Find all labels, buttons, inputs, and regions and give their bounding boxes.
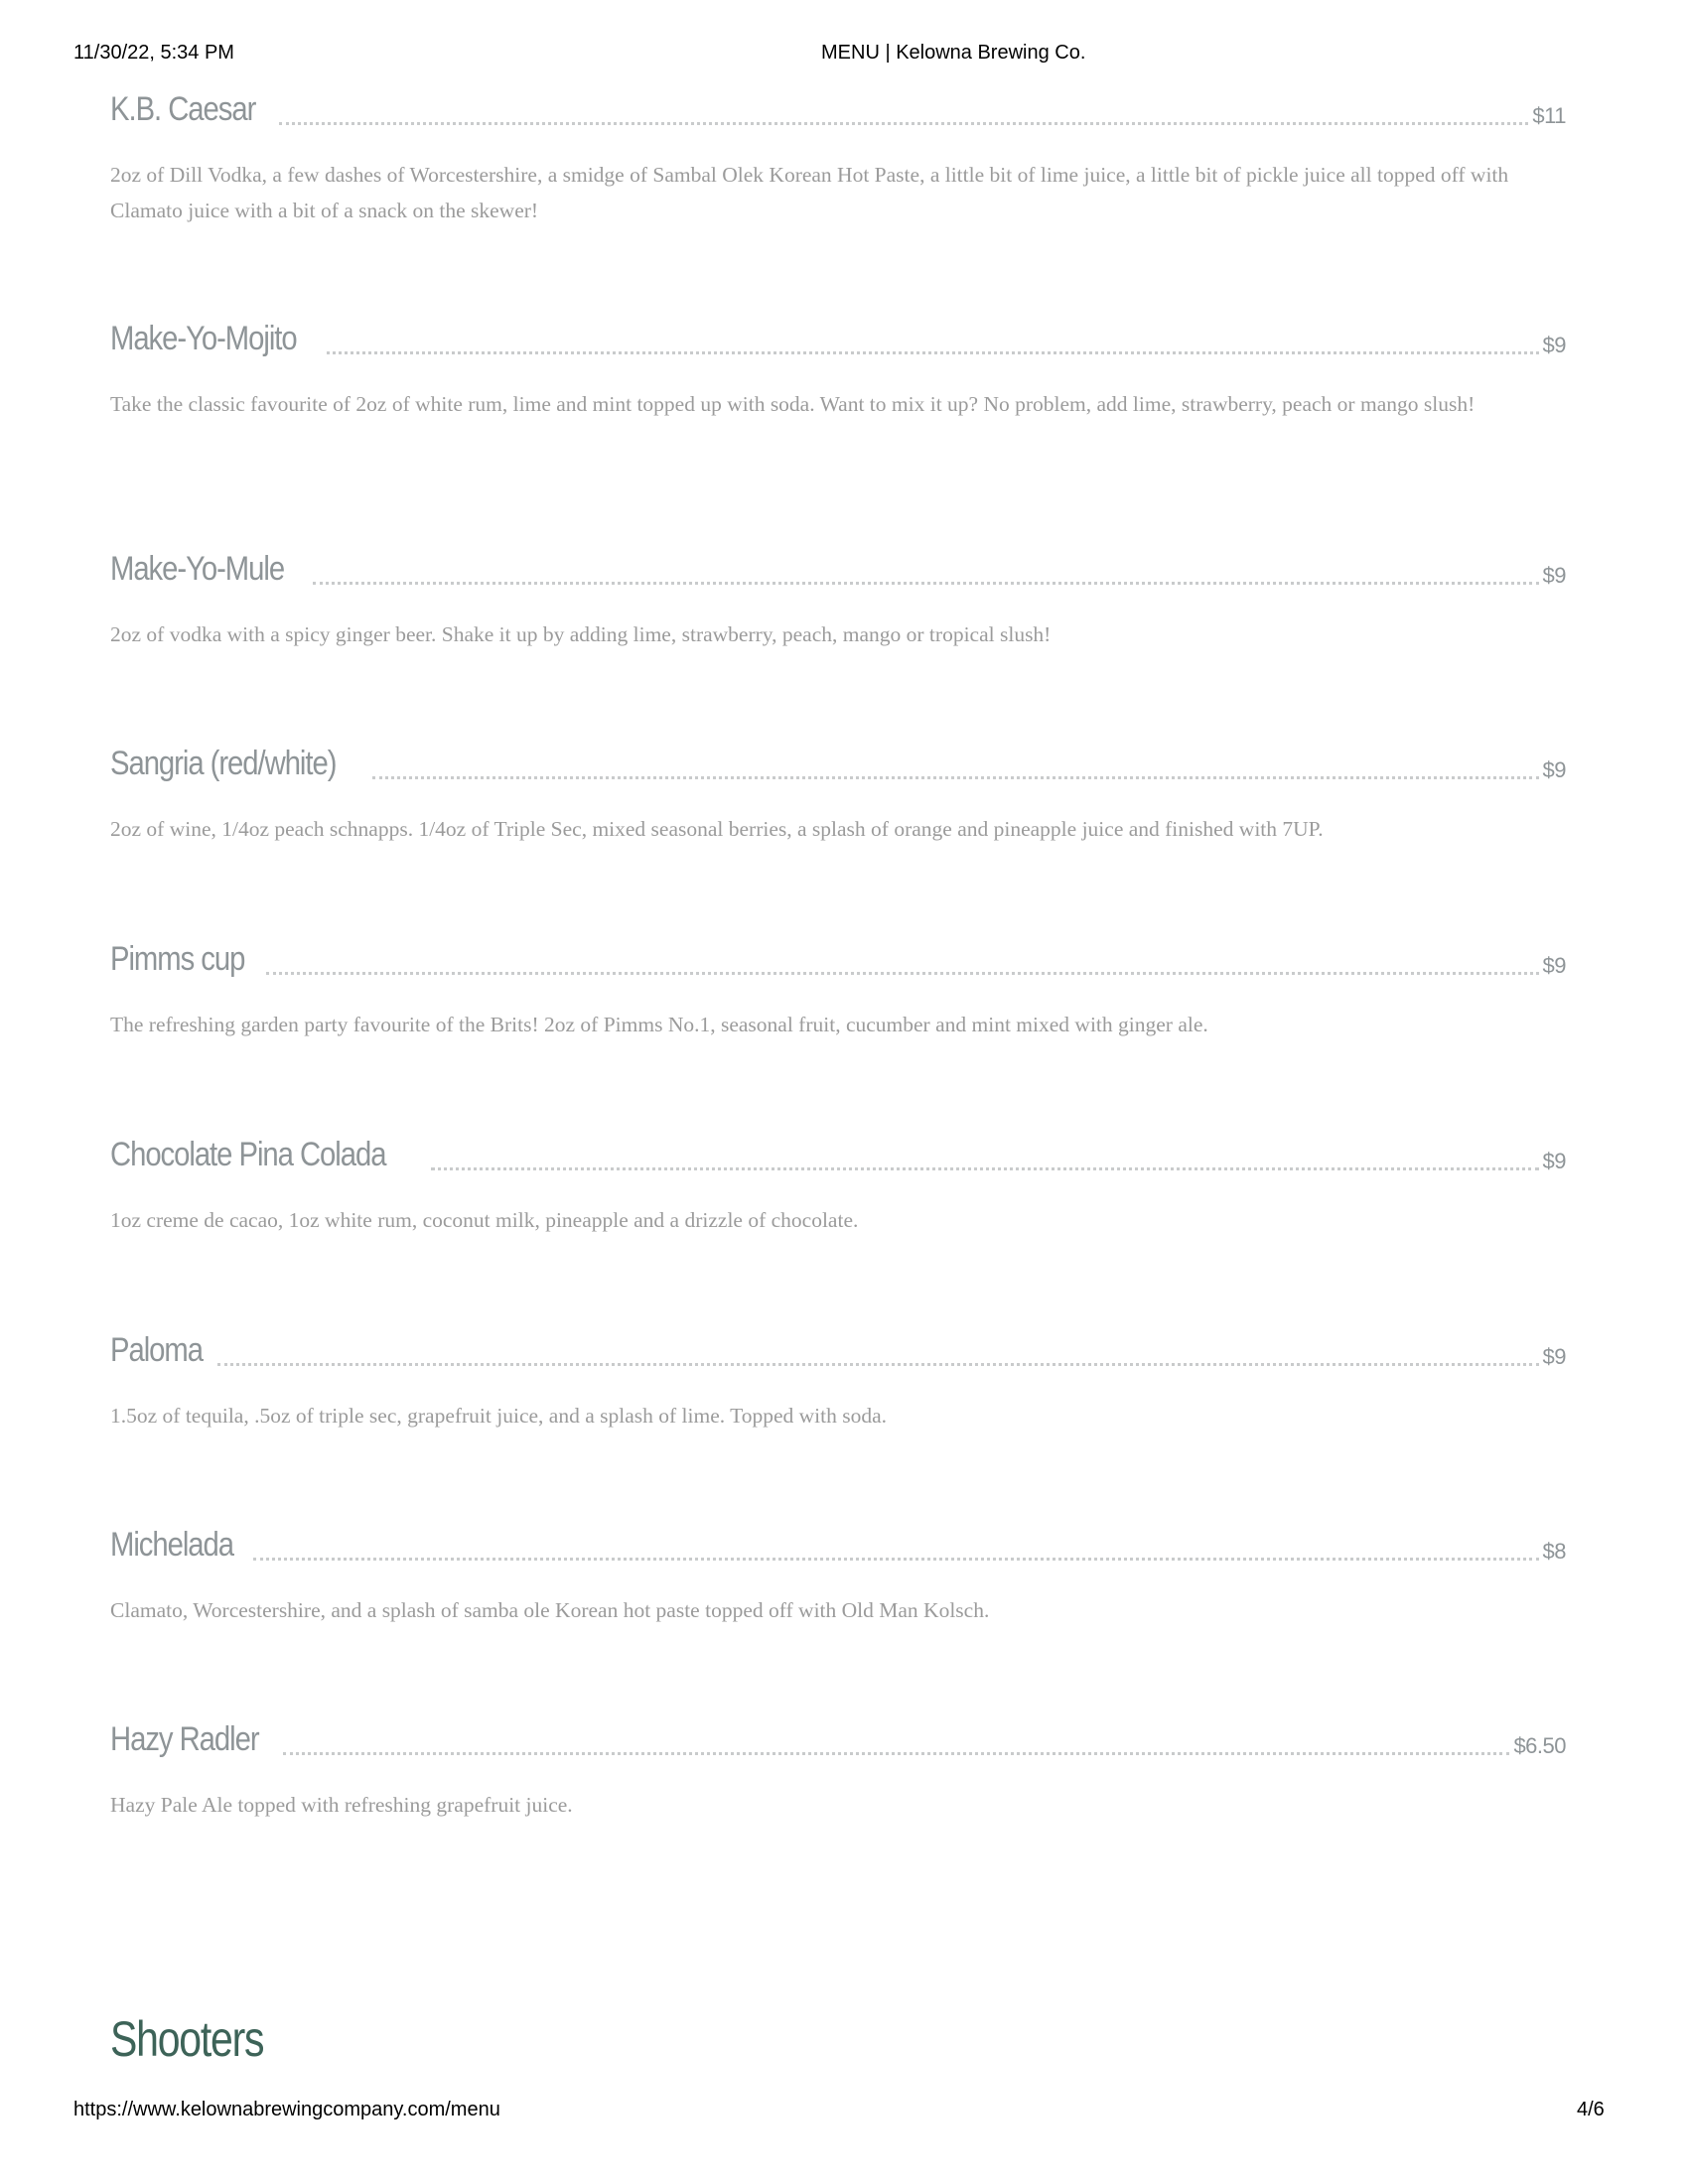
section-heading-shooters: Shooters [110, 2011, 264, 2067]
dot-leader [327, 351, 1539, 354]
menu-item-description: 1.5oz of tequila, .5oz of triple sec, gr… [110, 1404, 888, 1428]
menu-item-name: Pimms cup [110, 940, 245, 978]
print-page-number: 4/6 [1577, 2099, 1605, 2120]
dot-leader [217, 1363, 1539, 1366]
menu-item-price: $9 [1542, 563, 1567, 588]
print-url: https://www.kelownabrewingcompany.com/me… [73, 2099, 500, 2120]
menu-item: K.B. Caesar $11 2oz of Dill Vodka, a few… [110, 87, 1566, 228]
menu-item: Chocolate Pina Colada $9 1oz creme de ca… [110, 1133, 1567, 1238]
menu-item-description: Take the classic favourite of 2oz of whi… [110, 392, 1476, 416]
menu-item-header: Hazy Radler $6.50 [110, 1717, 1566, 1761]
dot-leader [372, 776, 1539, 779]
dot-leader [253, 1558, 1539, 1561]
print-datetime: 11/30/22, 5:34 PM [73, 42, 234, 64]
menu-item-name: Paloma [110, 1331, 204, 1369]
menu-item-header: K.B. Caesar $11 [110, 87, 1566, 131]
menu-item-price: $9 [1542, 333, 1567, 357]
menu-item-name: Chocolate Pina Colada [110, 1136, 386, 1173]
menu-item: Make-Yo-Mule $9 2oz of vodka with a spic… [110, 547, 1567, 652]
print-page-title: MENU | Kelowna Brewing Co. [821, 42, 1086, 64]
menu-item-price: $9 [1542, 757, 1567, 782]
menu-item-price: $9 [1542, 1344, 1567, 1369]
menu-item-header: Paloma $9 [110, 1328, 1567, 1372]
menu-item: Michelada $8 Clamato, Worcestershire, an… [110, 1523, 1567, 1628]
menu-item-header: Pimms cup $9 [110, 937, 1567, 981]
menu-item-header: Michelada $8 [110, 1523, 1567, 1567]
menu-item: Paloma $9 1.5oz of tequila, .5oz of trip… [110, 1328, 1567, 1433]
dot-leader [430, 1167, 1539, 1170]
menu-item-price: $11 [1532, 103, 1566, 128]
menu-item-price: $9 [1542, 1149, 1567, 1173]
menu-item-price: $9 [1542, 953, 1567, 978]
menu-item-name: Hazy Radler [110, 1720, 260, 1758]
menu-item-description: Hazy Pale Ale topped with refreshing gra… [110, 1793, 573, 1817]
menu-item-description: 2oz of Dill Vodka, a few dashes of Worce… [110, 163, 1509, 222]
dot-leader [266, 972, 1539, 975]
menu-item-name: Make-Yo-Mule [110, 550, 285, 588]
menu-item-header: Make-Yo-Mojito $9 [110, 317, 1567, 360]
menu-item-name: K.B. Caesar [110, 90, 256, 128]
menu-item: Sangria (red/white) $9 2oz of wine, 1/4o… [110, 742, 1567, 847]
menu-item-price: $8 [1542, 1539, 1567, 1564]
menu-item-name: Sangria (red/white) [110, 745, 337, 782]
menu-item-description: 2oz of vodka with a spicy ginger beer. S… [110, 622, 1052, 646]
menu-item-header: Make-Yo-Mule $9 [110, 547, 1567, 591]
menu-item-header: Chocolate Pina Colada $9 [110, 1133, 1567, 1176]
menu-item-price: $6.50 [1513, 1733, 1566, 1758]
menu-item-description: 1oz creme de cacao, 1oz white rum, cocon… [110, 1208, 859, 1232]
menu-item: Pimms cup $9 The refreshing garden party… [110, 937, 1567, 1042]
menu-item-name: Make-Yo-Mojito [110, 320, 298, 357]
menu-item-description: 2oz of wine, 1/4oz peach schnapps. 1/4oz… [110, 817, 1324, 841]
dot-leader [312, 582, 1539, 585]
menu-item: Hazy Radler $6.50 Hazy Pale Ale topped w… [110, 1717, 1566, 1823]
menu-item-header: Sangria (red/white) $9 [110, 742, 1567, 785]
dot-leader [279, 122, 1529, 125]
dot-leader [282, 1752, 1510, 1755]
menu-item: Make-Yo-Mojito $9 Take the classic favou… [110, 317, 1567, 422]
menu-item-name: Michelada [110, 1526, 234, 1564]
menu-item-description: The refreshing garden party favourite of… [110, 1013, 1208, 1036]
menu-item-description: Clamato, Worcestershire, and a splash of… [110, 1598, 990, 1622]
